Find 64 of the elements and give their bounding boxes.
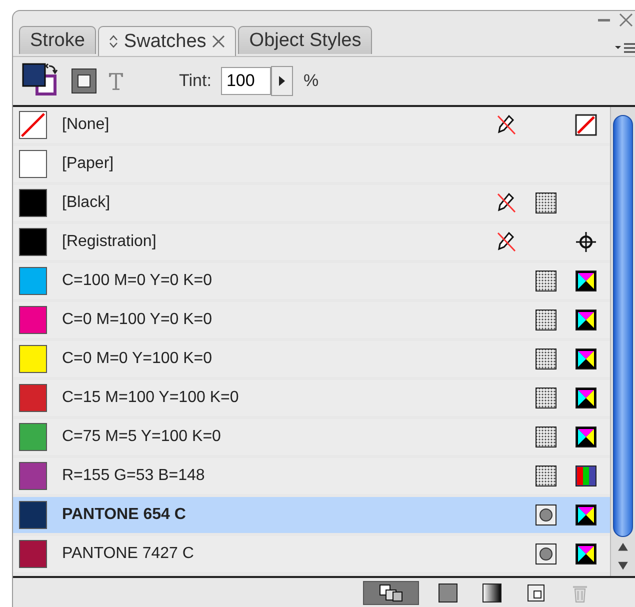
swatch-row[interactable]: PANTONE 7427 C [13, 536, 610, 572]
show-all-icon [378, 584, 404, 602]
process-color-icon [535, 426, 557, 448]
swatch-row[interactable]: PANTONE 654 C [13, 497, 610, 533]
swatch-name: C=100 M=0 Y=0 K=0 [62, 272, 214, 290]
cmyk-mode-icon [575, 387, 597, 409]
panel-tab[interactable]: Stroke [19, 26, 96, 54]
swatch-name: C=15 M=100 Y=100 K=0 [62, 389, 240, 407]
play-arrow-icon [278, 75, 286, 87]
swatch-row[interactable]: [None] [13, 107, 610, 143]
none-mode-icon [575, 114, 597, 136]
swatch-row[interactable]: C=100 M=0 Y=0 K=0 [13, 263, 610, 299]
panel-menu-icon[interactable] [615, 42, 635, 54]
swatch-row[interactable]: C=15 M=100 Y=100 K=0 [13, 380, 610, 416]
swatch-name: PANTONE 7427 C [62, 545, 195, 563]
swatch-row[interactable]: R=155 G=53 B=148 [13, 458, 610, 494]
gradient-swatch-icon [482, 583, 502, 603]
swatch-name: [Black] [62, 194, 112, 212]
close-icon[interactable] [619, 13, 633, 27]
cmyk-mode-icon [575, 309, 597, 331]
trash-icon [571, 583, 589, 603]
swatch-row[interactable]: [Registration] [13, 224, 610, 260]
close-icon[interactable] [212, 35, 226, 48]
percent-label: % [303, 71, 319, 91]
color-swatch-icon [438, 583, 458, 603]
process-color-icon [535, 192, 557, 214]
process-color-icon [535, 309, 557, 331]
cmyk-mode-icon [575, 348, 597, 370]
process-color-icon [535, 270, 557, 292]
spot-color-icon [535, 543, 557, 565]
process-color-icon [535, 387, 557, 409]
panel-button[interactable] [363, 581, 419, 605]
swatch-name: C=75 M=5 Y=100 K=0 [62, 428, 222, 446]
tint-field[interactable]: 100 [221, 67, 272, 95]
registration-mark-icon [575, 231, 597, 253]
new-swatch-icon [527, 584, 545, 602]
swatch-name: [Registration] [62, 233, 158, 251]
panel-tab[interactable]: Object Styles [238, 26, 372, 54]
swatch-name: [Paper] [62, 155, 115, 173]
cmyk-mode-icon [575, 543, 597, 565]
cmyk-mode-icon [575, 426, 597, 448]
swatch-name: R=155 G=53 B=148 [62, 467, 206, 485]
container-icon[interactable] [71, 68, 97, 94]
scrollbar-thumb[interactable] [613, 115, 633, 537]
tint-label: Tint: [179, 71, 212, 91]
swatch-name: PANTONE 654 C [62, 506, 187, 524]
cmyk-mode-icon [575, 270, 597, 292]
rgb-mode-icon [575, 465, 597, 487]
spot-color-icon [535, 504, 557, 526]
panel-tab[interactable]: Swatches [98, 26, 236, 56]
text-icon[interactable] [107, 70, 125, 92]
swatch-row[interactable]: C=0 M=0 Y=100 K=0 [13, 341, 610, 377]
swatch-name: [None] [62, 116, 110, 134]
swatch-row[interactable]: [Black] [13, 185, 610, 221]
cmyk-mode-icon [575, 504, 597, 526]
swatch-row[interactable]: C=0 M=100 Y=0 K=0 [13, 302, 610, 338]
swatch-name: C=0 M=100 Y=0 K=0 [62, 311, 214, 329]
tint-stepper[interactable] [271, 66, 294, 96]
swatch-name: C=0 M=0 Y=100 K=0 [62, 350, 214, 368]
process-color-icon [535, 465, 557, 487]
process-color-icon [535, 348, 557, 370]
swatch-row[interactable]: [Paper] [13, 146, 610, 182]
swatch-row[interactable]: C=75 M=5 Y=100 K=0 [13, 419, 610, 455]
updown-icon [108, 35, 118, 48]
